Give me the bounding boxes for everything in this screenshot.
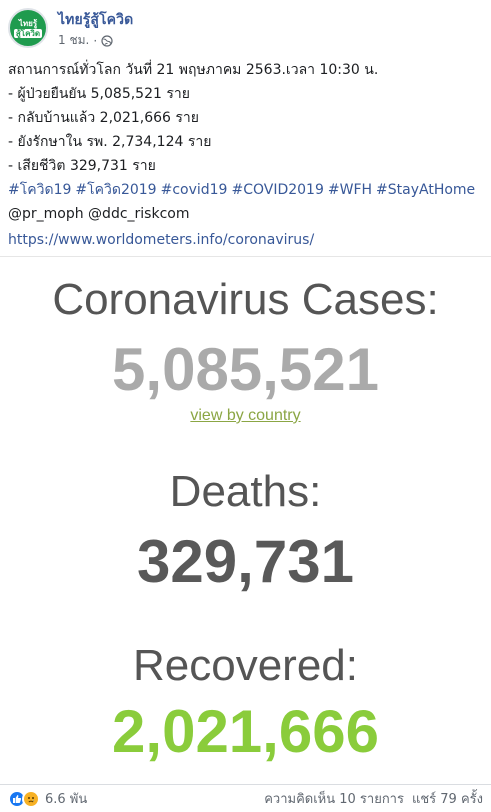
globe-icon <box>101 34 113 47</box>
hashtag-link[interactable]: #covid19 <box>161 182 228 198</box>
page-avatar[interactable]: ไทยรู้ สู้โควิด <box>8 8 48 48</box>
link-preview-image[interactable]: Coronavirus Cases: 5,085,521 view by cou… <box>0 256 491 780</box>
recovered-value: 2,021,666 <box>112 698 379 765</box>
hashtag-link[interactable]: #StayAtHome <box>376 182 475 198</box>
external-link[interactable]: https://www.worldometers.info/coronaviru… <box>8 228 483 252</box>
recovered-label: Recovered: <box>132 641 358 690</box>
post-text-line: - กลับบ้านแล้ว 2,021,666 ราย <box>8 110 199 126</box>
cases-value: 5,085,521 <box>112 336 379 403</box>
post-body: สถานการณ์ทั่วโลก วันที่ 21 พฤษภาคม 2563.… <box>8 58 483 252</box>
deaths-label: Deaths: <box>169 467 322 516</box>
avatar-text-line1: ไทยรู้ <box>18 18 38 28</box>
post-text-line: สถานการณ์ทั่วโลก วันที่ 21 พฤษภาคม 2563.… <box>8 62 379 78</box>
comments-count-link[interactable]: ความคิดเห็น 10 รายการ <box>264 788 404 809</box>
meta-separator: · <box>93 33 98 48</box>
cases-label: Coronavirus Cases: <box>52 275 439 324</box>
mentions[interactable]: @pr_moph @ddc_riskcom <box>8 202 483 226</box>
page-name-link[interactable]: ไทยรู้สู้โควิด <box>58 9 133 31</box>
sad-icon <box>22 789 40 808</box>
view-by-country-link[interactable]: view by country <box>0 407 491 425</box>
post-text-line: - ยังรักษาใน รพ. 2,734,124 ราย <box>8 134 212 150</box>
shares-count-link[interactable]: แชร์ 79 ครั้ง <box>412 788 483 809</box>
post-footer: 6.6 พัน ความคิดเห็น 10 รายการ แชร์ 79 คร… <box>0 784 491 812</box>
hashtag-link[interactable]: #WFH <box>328 182 372 198</box>
post-meta: 1 ชม. · <box>58 31 113 50</box>
reaction-icons <box>8 789 40 808</box>
hashtag-link[interactable]: #COVID2019 <box>231 182 323 198</box>
avatar-text-line2: สู้โควิด <box>13 28 43 38</box>
reactions-summary[interactable]: 6.6 พัน <box>8 788 87 809</box>
hashtag-list: #โควิด19 #โควิด2019 #covid19 #COVID2019 #WFH… <box>8 178 483 202</box>
reaction-count: 6.6 พัน <box>45 792 88 807</box>
post-text-line: - เสียชีวิต 329,731 ราย <box>8 158 156 174</box>
engagement-counts: ความคิดเห็น 10 รายการ แชร์ 79 ครั้ง <box>264 788 483 809</box>
deaths-value: 329,731 <box>137 528 354 595</box>
post-text-line: - ผู้ป่วยยืนยัน 5,085,521 ราย <box>8 86 190 102</box>
post-timestamp[interactable]: 1 ชม. <box>58 31 89 50</box>
hashtag-link[interactable]: #โควิด19 <box>8 182 71 198</box>
post-header: ไทยรู้ สู้โควิด ไทยรู้สู้โควิด 1 ชม. · <box>8 8 483 52</box>
hashtag-link[interactable]: #โควิด2019 <box>75 182 156 198</box>
